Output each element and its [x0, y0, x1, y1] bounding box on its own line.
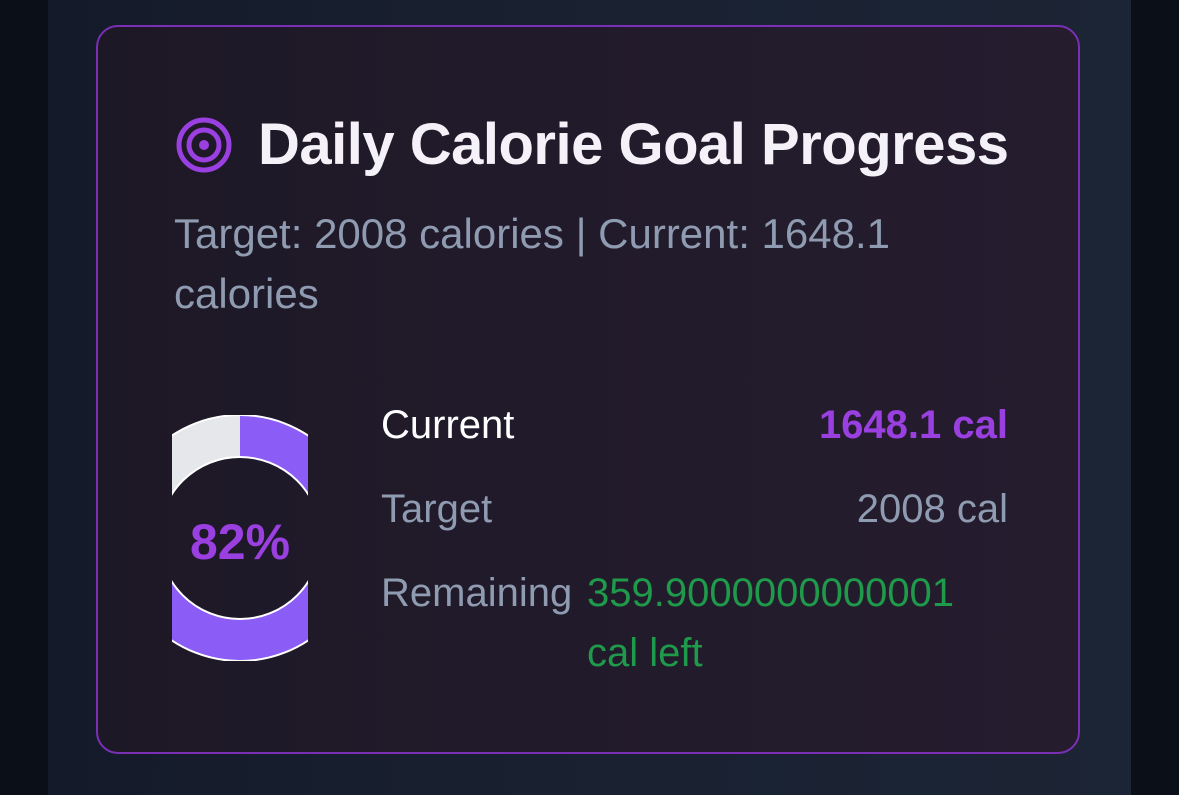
- target-value: 2008 cal: [856, 487, 1008, 531]
- card-title: Daily Calorie Goal Progress: [258, 112, 1009, 177]
- remaining-value: 359.9000000000001 cal left: [587, 571, 955, 675]
- progress-donut: 82%: [172, 415, 308, 661]
- remaining-label: Remaining: [381, 571, 573, 615]
- calorie-goal-card: Daily Calorie Goal Progress Target: 2008…: [96, 25, 1080, 754]
- calorie-stats: Current 1648.1 cal Target 2008 cal Remai…: [381, 399, 1008, 683]
- stat-row-target: Target 2008 cal: [381, 483, 1008, 567]
- target-label: Target: [381, 487, 493, 531]
- stat-row-current: Current 1648.1 cal: [381, 399, 1008, 483]
- current-value: 1648.1 cal: [818, 403, 1008, 447]
- stat-row-remaining: Remaining 359.9000000000001 cal left: [381, 567, 1008, 683]
- progress-percent-label: 82%: [189, 514, 291, 570]
- card-subtitle: Target: 2008 calories | Current: 1648.1 …: [174, 210, 890, 317]
- current-label: Current: [381, 403, 515, 447]
- target-icon: [176, 117, 232, 172]
- card-header: Daily Calorie Goal Progress: [174, 111, 1009, 178]
